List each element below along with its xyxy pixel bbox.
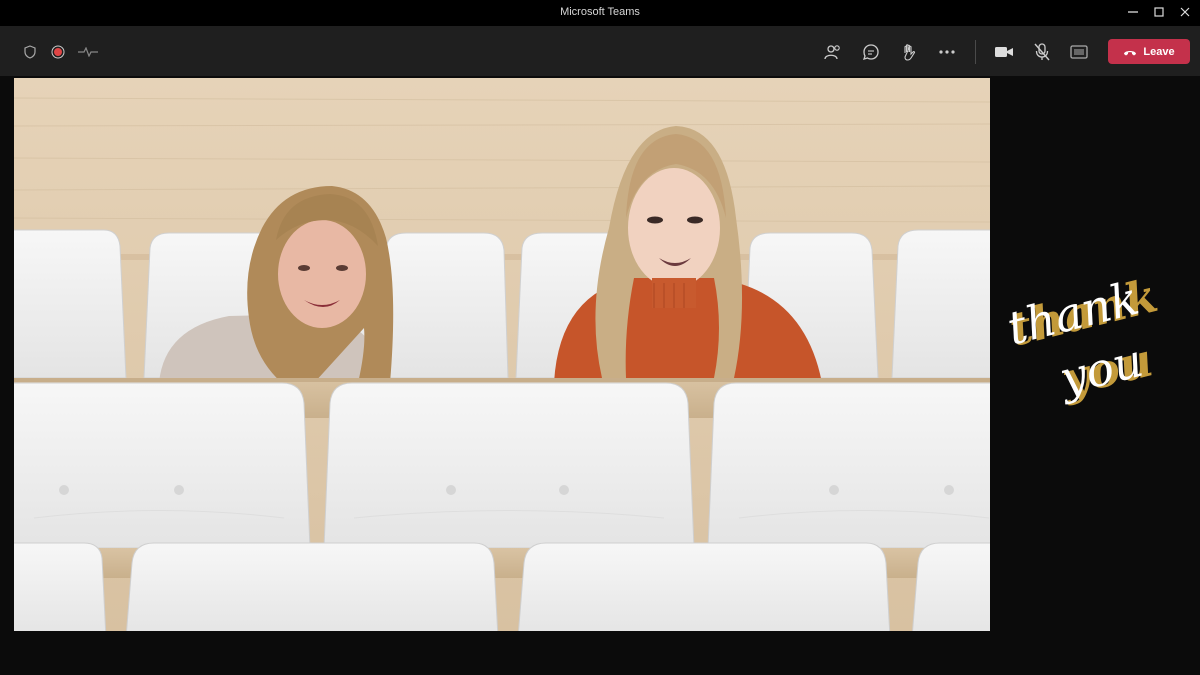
- toolbar-divider: [975, 40, 976, 64]
- leave-button[interactable]: Leave: [1108, 39, 1190, 64]
- hang-up-icon: [1124, 50, 1137, 55]
- together-mode-stage: [14, 78, 990, 631]
- maximize-icon[interactable]: [1150, 3, 1168, 21]
- minimize-icon[interactable]: [1124, 3, 1142, 21]
- more-options-icon[interactable]: [937, 42, 957, 62]
- bottom-bar: [0, 631, 1200, 675]
- thank-you-overlay: thank you thank you: [1000, 268, 1190, 410]
- mic-muted-icon[interactable]: [1032, 42, 1052, 62]
- recording-icon: [48, 42, 68, 62]
- window-title: Microsoft Teams: [560, 6, 640, 18]
- close-icon[interactable]: [1176, 3, 1194, 21]
- camera-icon[interactable]: [994, 42, 1014, 62]
- auditorium-scene: [14, 78, 990, 631]
- leave-label: Leave: [1143, 45, 1175, 58]
- chat-icon[interactable]: [861, 42, 881, 62]
- share-screen-icon[interactable]: [1069, 42, 1089, 62]
- call-timer-icon: [76, 42, 100, 62]
- meeting-toolbar: [0, 26, 1200, 76]
- participants-icon[interactable]: [823, 42, 843, 62]
- title-bar: Microsoft Teams: [0, 0, 1200, 26]
- shield-icon[interactable]: [20, 42, 40, 62]
- raise-hand-icon[interactable]: [899, 42, 919, 62]
